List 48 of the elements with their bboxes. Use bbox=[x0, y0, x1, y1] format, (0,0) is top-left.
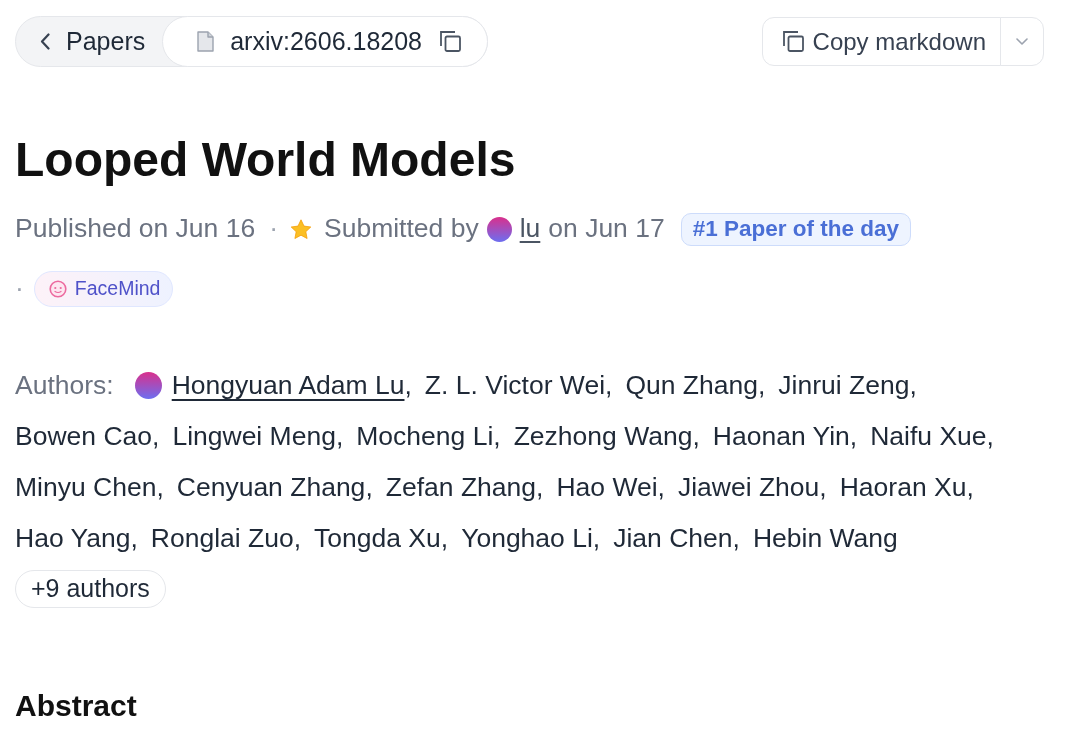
chevron-left-icon bbox=[40, 33, 50, 50]
chevron-down-icon bbox=[1016, 38, 1028, 45]
separator-dot: · bbox=[15, 272, 24, 306]
back-link[interactable]: Papers bbox=[16, 17, 163, 66]
more-authors-button[interactable]: +9 authors bbox=[15, 570, 166, 608]
author-link[interactable]: Jiawei Zhou, bbox=[677, 462, 827, 513]
author-link[interactable]: Qun Zhang, bbox=[625, 360, 766, 411]
author-link[interactable]: Hao Wei, bbox=[556, 462, 665, 513]
author-link[interactable]: Haonan Yin, bbox=[712, 411, 858, 462]
author-link[interactable]: Hongyuan Adam Lu, bbox=[171, 360, 412, 411]
author-link[interactable]: Jinrui Zeng, bbox=[778, 360, 917, 411]
section-heading: Abstract bbox=[15, 688, 138, 724]
paper-of-the-day-badge[interactable]: #1 Paper of the day bbox=[680, 212, 912, 246]
submitted-date: on Jun 17 bbox=[548, 212, 665, 246]
author-link[interactable]: Naifu Xue, bbox=[870, 411, 994, 462]
author-link[interactable]: Cenyuan Zhang, bbox=[176, 462, 373, 513]
author-link[interactable]: Bowen Cao, bbox=[15, 411, 160, 462]
organization-badge[interactable]: FaceMind bbox=[33, 271, 174, 307]
copy-markdown-button[interactable]: Copy markdown bbox=[761, 17, 1001, 66]
avatar-icon bbox=[486, 216, 512, 242]
author-link[interactable]: Hao Yang, bbox=[15, 513, 138, 564]
copy-icon bbox=[782, 31, 804, 52]
author-link[interactable]: Hebin Wang bbox=[752, 513, 898, 564]
author-link[interactable]: Tongda Xu, bbox=[314, 513, 449, 564]
star-icon bbox=[290, 218, 312, 240]
file-icon bbox=[197, 31, 215, 52]
author-link[interactable]: Minyu Chen, bbox=[15, 462, 164, 513]
authors-label: Authors: bbox=[15, 369, 114, 402]
author-link[interactable]: Zefan Zhang, bbox=[385, 462, 544, 513]
author-link[interactable]: Ronglai Zuo, bbox=[150, 513, 302, 564]
author-link[interactable]: Lingwei Meng, bbox=[172, 411, 344, 462]
separator-dot: · bbox=[269, 212, 278, 246]
submitted-label: Submitted by bbox=[324, 212, 479, 246]
author-link[interactable]: Jian Chen, bbox=[613, 513, 740, 564]
author-link[interactable]: Yonghao Li, bbox=[461, 513, 601, 564]
publish-date: Published on Jun 16 bbox=[15, 212, 256, 246]
paper-id-link[interactable]: arxiv:2606.18208 bbox=[230, 22, 423, 61]
copy-icon bbox=[440, 31, 462, 52]
dropdown-toggle-button[interactable] bbox=[1000, 17, 1044, 66]
author-link[interactable]: Z. L. Victor Wei, bbox=[424, 360, 613, 411]
smiley-icon bbox=[48, 280, 67, 298]
copy-button[interactable] bbox=[438, 29, 464, 54]
paper-title: Looped World Models bbox=[15, 132, 517, 187]
author-link[interactable]: Zezhong Wang, bbox=[513, 411, 700, 462]
avatar-icon bbox=[134, 372, 162, 399]
author-link[interactable]: Haoran Xu, bbox=[839, 462, 974, 513]
user-link[interactable]: lu bbox=[519, 209, 541, 249]
author-link[interactable]: Mocheng Li, bbox=[356, 411, 501, 462]
